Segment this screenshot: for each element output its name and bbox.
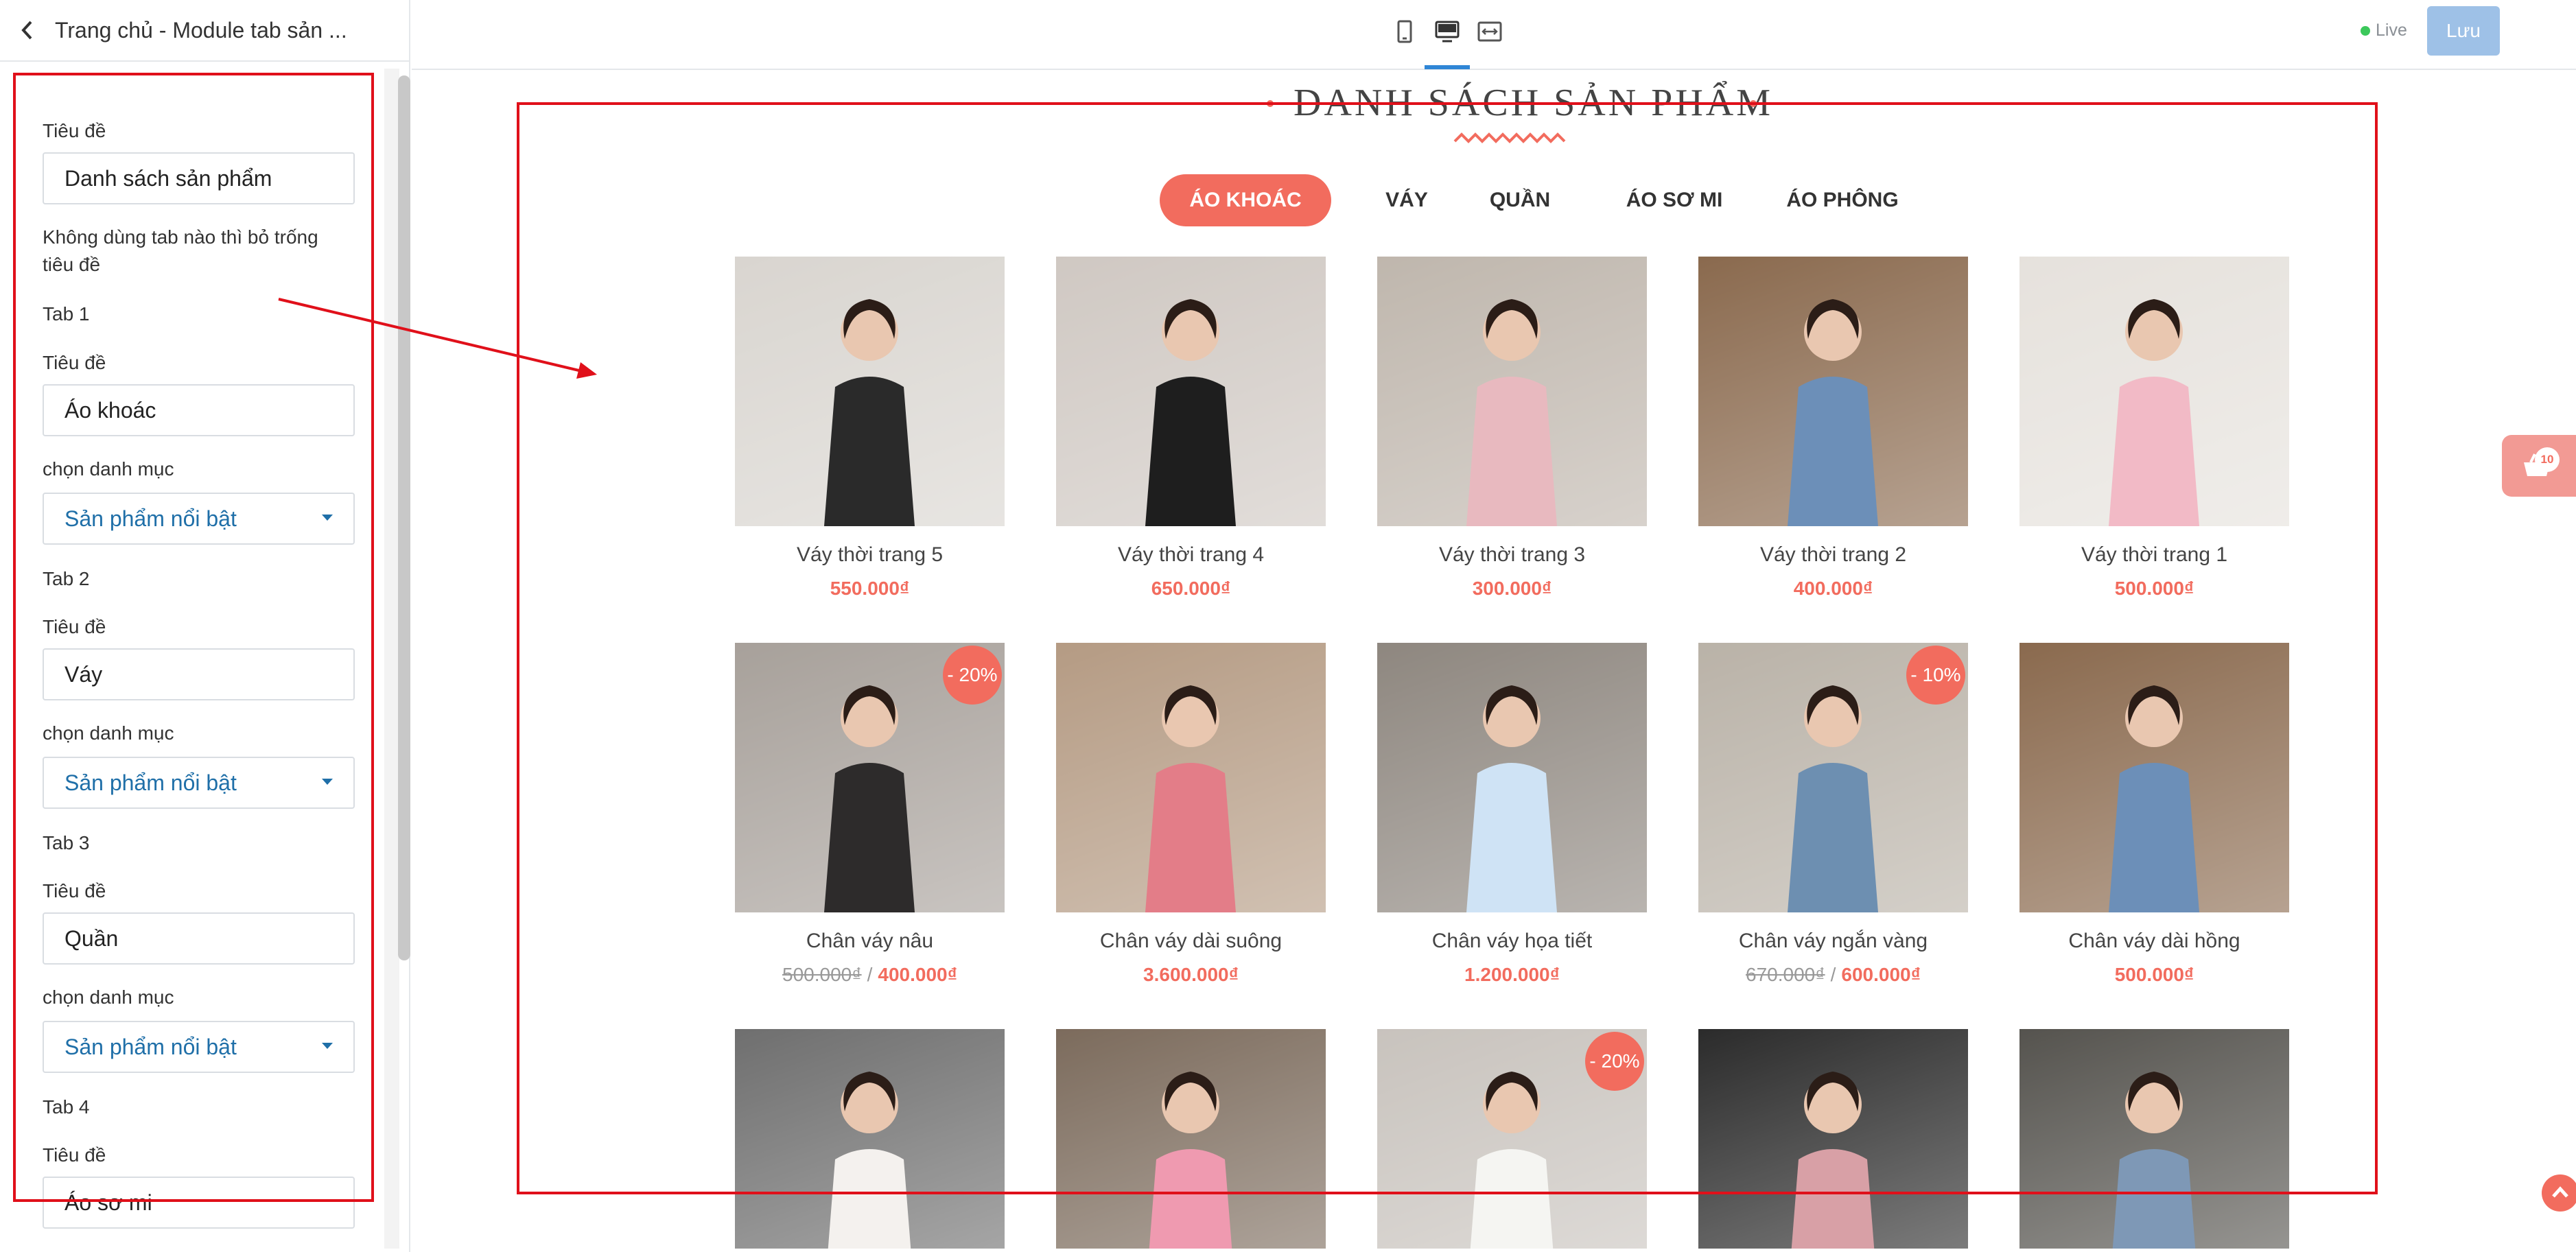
back-button[interactable] [0,0,55,61]
annotation-highlight-box [13,73,374,1202]
annotation-arrow [278,298,597,379]
chevron-up-icon [2552,1186,2568,1198]
editor-toolbar: Live Lưu [412,0,2576,70]
live-dot [2361,25,2370,36]
fullwidth-icon[interactable] [1476,18,1503,45]
sidebar-scrollbar-thumb[interactable] [398,75,410,960]
back-to-top-button[interactable] [2542,1174,2576,1212]
settings-sidebar: Trang chủ - Module tab sản ... Tiêu đề D… [0,0,410,1252]
save-button[interactable]: Lưu [2427,6,2500,56]
sidebar-title: Trang chủ - Module tab sản ... [55,17,347,43]
live-label: Live [2376,21,2407,40]
desktop-icon[interactable] [1433,18,1461,45]
sidebar-scrollbar-track[interactable] [384,69,399,1249]
annotation-highlight-box [517,102,2378,1194]
sidebar-header: Trang chủ - Module tab sản ... [0,0,409,62]
mobile-icon[interactable] [1391,18,1418,45]
chevron-left-icon [21,21,32,40]
active-device-indicator [1425,65,1470,69]
live-status: Live [2361,21,2407,40]
cart-count-badge: 10 [2535,447,2560,472]
